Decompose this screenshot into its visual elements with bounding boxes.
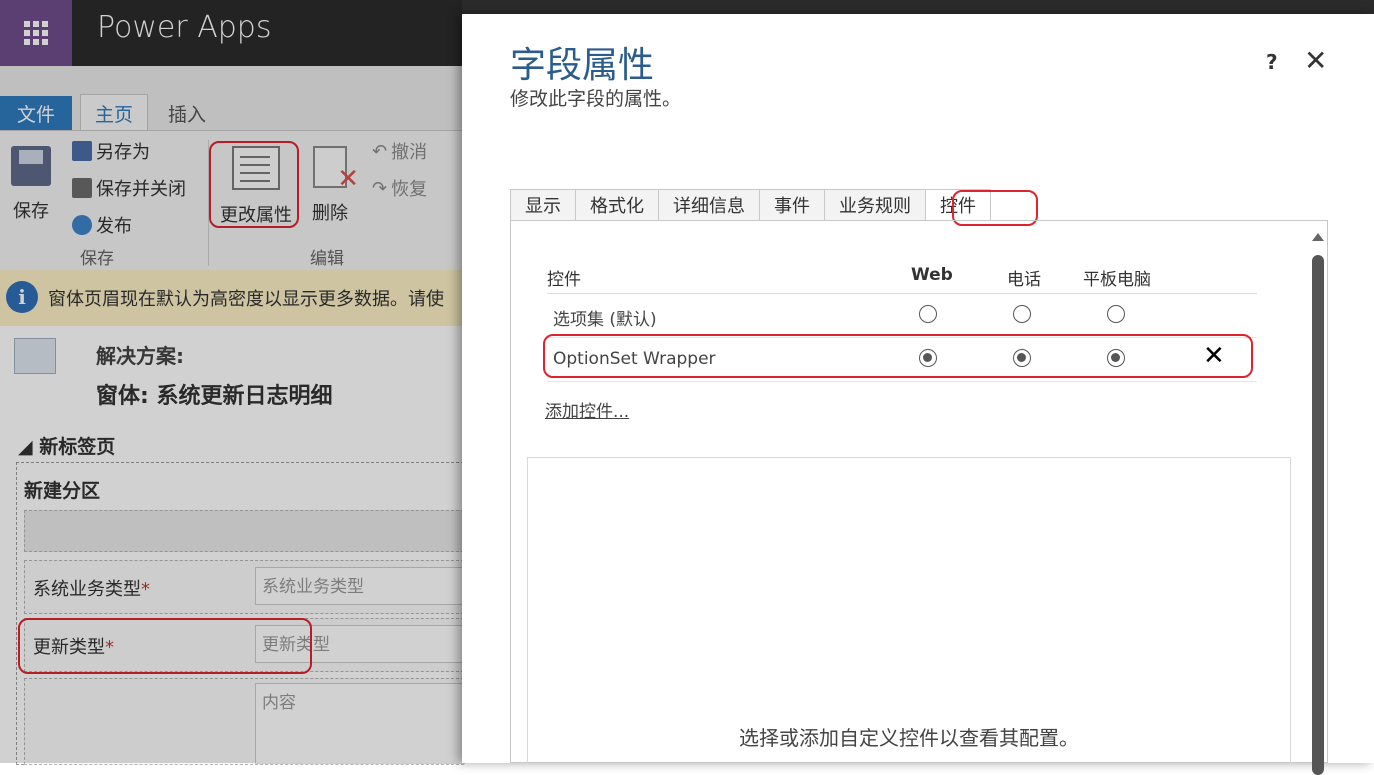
tab-events[interactable]: 事件: [759, 189, 824, 221]
dialog-tabs: 显示 格式化 详细信息 事件 业务规则 控件: [510, 189, 991, 221]
radio-web[interactable]: [919, 305, 937, 323]
controls-table-header: 控件 Web 电话 平板电脑: [547, 259, 1257, 294]
tab-display[interactable]: 显示: [510, 189, 575, 221]
radio-tablet[interactable]: [1107, 305, 1125, 323]
tab-formatting[interactable]: 格式化: [575, 189, 658, 221]
tab-business-rules[interactable]: 业务规则: [824, 189, 925, 221]
help-icon[interactable]: ?: [1266, 50, 1278, 74]
header-web: Web: [911, 265, 953, 285]
header-phone: 电话: [1007, 270, 1041, 290]
scroll-thumb[interactable]: [1312, 255, 1324, 775]
control-name: 选项集 (默认): [553, 310, 657, 330]
scrollbar[interactable]: [1311, 233, 1325, 775]
field-properties-dialog: 字段属性 修改此字段的属性。 ? ✕ 显示 格式化 详细信息 事件 业务规则 控…: [462, 14, 1374, 775]
control-config-area: 选择或添加自定义控件以查看其配置。: [527, 457, 1291, 764]
header-tablet: 平板电脑: [1083, 270, 1151, 290]
controls-panel: 控件 Web 电话 平板电脑 选项集 (默认) OptionSet Wrappe…: [510, 220, 1328, 775]
config-hint: 选择或添加自定义控件以查看其配置。: [739, 726, 1079, 750]
dialog-title: 字段属性: [510, 45, 655, 86]
tab-details[interactable]: 详细信息: [658, 189, 759, 221]
dialog-subtitle: 修改此字段的属性。: [510, 88, 682, 110]
control-row-default: 选项集 (默认): [547, 293, 1257, 338]
radio-phone[interactable]: [1013, 305, 1031, 323]
close-icon[interactable]: ✕: [1304, 44, 1327, 77]
scroll-up-icon[interactable]: [1312, 233, 1324, 241]
add-control-link[interactable]: 添加控件...: [545, 397, 629, 422]
header-control: 控件: [547, 270, 581, 290]
modal-overlay: [0, 0, 462, 763]
highlight-optionset-wrapper: [543, 334, 1253, 378]
